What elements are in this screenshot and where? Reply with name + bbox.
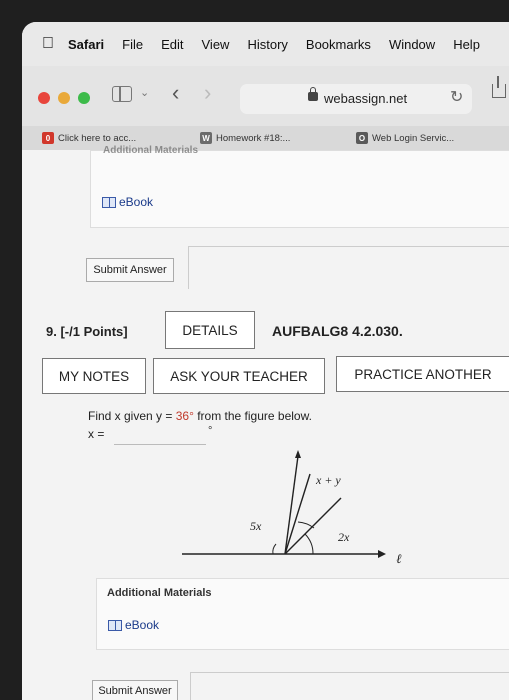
line-arrow-icon [378,550,386,558]
label-2x: 2x [338,530,350,544]
tab-homework[interactable]: W Homework #18:... [200,126,290,150]
practice-another-button[interactable]: PRACTICE ANOTHER [336,356,509,392]
angle-figure: x + y 5x 2x ℓ [182,450,402,566]
menu-edit[interactable]: Edit [161,37,183,52]
zoom-window-button[interactable] [78,92,90,104]
arc-2x [304,533,314,555]
prev-ebook-link[interactable]: eBook [102,195,153,209]
url-text: webassign.net [324,91,408,106]
menu-file[interactable]: File [122,37,143,52]
menu-window[interactable]: Window [389,37,435,52]
ebook-link[interactable]: eBook [108,618,159,632]
tab-label: Homework #18:... [216,132,291,144]
question-prompt: Find x given y = 36° from the figure bel… [88,409,312,423]
tab-favicon-icon: 0 [42,132,54,144]
prompt-value: 36° [175,409,194,423]
reload-icon[interactable]: ↻ [450,87,463,107]
menu-history[interactable]: History [247,37,287,52]
x-label: x = [88,427,105,441]
answer-area [190,672,509,700]
prompt-end: from the figure below. [193,409,312,423]
browser-toolbar: ⌄ ‹ › webassign.net ↻ [22,66,509,127]
tab-web-login[interactable]: O Web Login Servic... [356,126,454,150]
ray-vertical [284,455,299,555]
chevron-down-icon[interactable]: ⌄ [140,86,149,99]
book-icon [102,196,116,208]
ask-your-teacher-button[interactable]: ASK YOUR TEACHER [153,358,325,394]
additional-materials-panel: Additional Materials [96,578,509,650]
label-x-plus-y: x + y [315,473,341,487]
tab-bar: 0 Click here to acc... W Homework #18:..… [22,126,509,150]
details-button[interactable]: DETAILS [165,311,255,349]
forward-button[interactable]: › [204,80,211,106]
x-answer-input[interactable] [114,428,206,445]
sidebar-toggle-icon[interactable] [112,86,132,102]
webassign-favicon-icon: W [200,132,212,144]
tab-label: Web Login Servic... [372,132,455,144]
question-number: 9. [-/1 Points] [46,324,128,339]
label-5x: 5x [250,519,262,533]
apple-icon[interactable]:  [42,35,54,53]
prev-answer-area [188,246,509,289]
tab-label: Click here to acc... [58,132,137,144]
prev-panel-header: Additional Materials [103,145,199,156]
book-icon [108,619,122,631]
question-code: AUFBALG8 4.2.030. [272,323,403,339]
back-button[interactable]: ‹ [172,80,179,106]
share-icon[interactable] [492,76,506,98]
close-window-button[interactable] [38,92,50,104]
prev-additional-materials-panel: Additional Materials [90,145,509,228]
prompt-start: Find x given y = [88,409,176,423]
degree-unit: ° [208,425,213,437]
lock-icon [308,87,318,101]
submit-answer-button[interactable]: Submit Answer [92,680,178,700]
label-line-ell: ℓ [396,551,402,566]
menu-bar:  Safari File Edit View History Bookmark… [22,22,509,66]
page-content: Additional Materials eBook Submit Answer… [22,145,509,700]
menu-app-safari[interactable]: Safari [68,37,104,52]
ebook-label: eBook [125,618,160,632]
menu-bookmarks[interactable]: Bookmarks [306,37,371,52]
login-favicon-icon: O [356,132,368,144]
address-bar[interactable]: webassign.net ↻ [240,84,472,114]
minimize-window-button[interactable] [58,92,70,104]
menu-help[interactable]: Help [453,37,480,52]
arc-5x [272,543,277,555]
menu-view[interactable]: View [202,37,230,52]
ray-arrow-icon [295,450,301,458]
prev-submit-answer-button[interactable]: Submit Answer [86,258,174,282]
additional-materials-header: Additional Materials [107,587,212,599]
screen:  Safari File Edit View History Bookmark… [22,22,509,700]
my-notes-button[interactable]: MY NOTES [42,358,146,394]
ebook-label: eBook [119,195,154,209]
